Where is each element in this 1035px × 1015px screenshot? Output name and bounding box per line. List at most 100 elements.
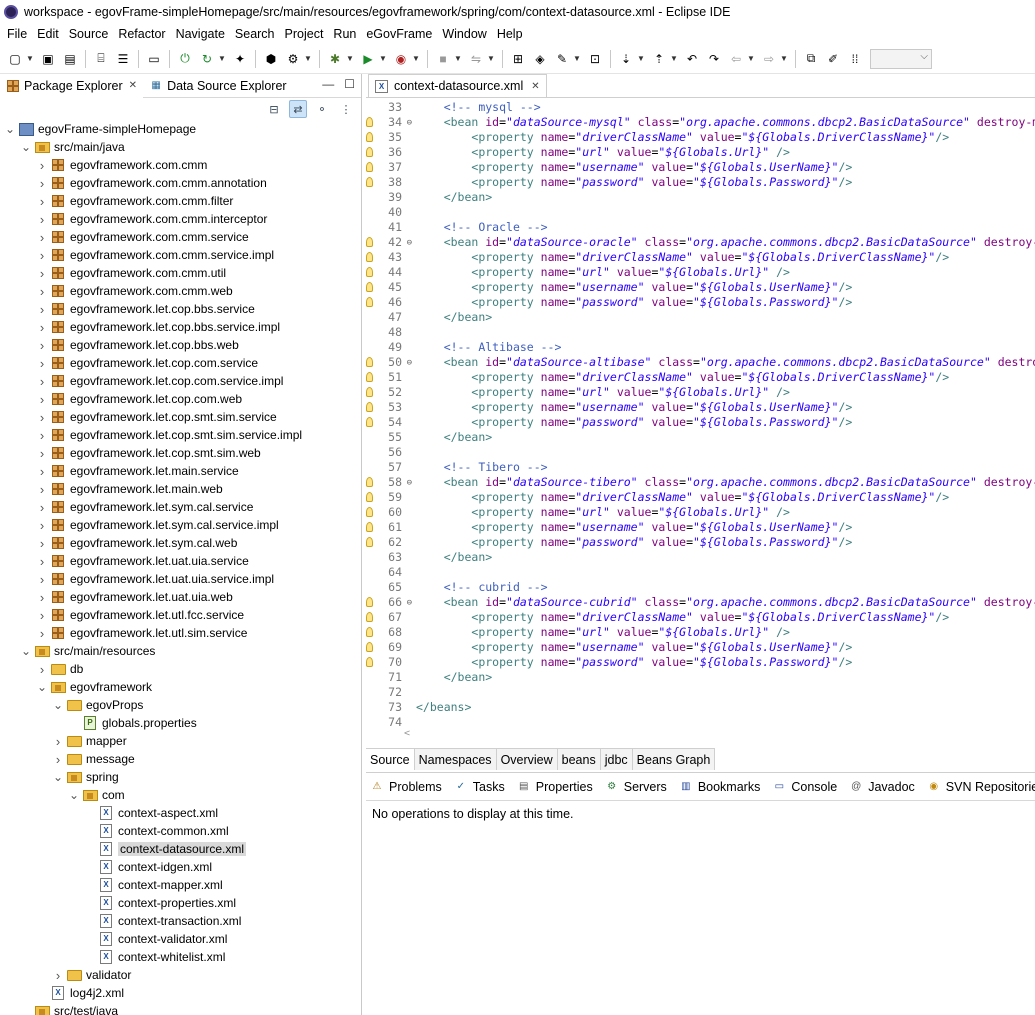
toolbar-combo[interactable] (870, 48, 932, 69)
chevron-right-icon[interactable]: › (36, 662, 48, 677)
menu-run[interactable]: Run (328, 27, 361, 41)
tab-bookmarks[interactable]: ▥ Bookmarks (679, 780, 760, 794)
chevron-down-icon[interactable]: ⌄ (52, 770, 64, 784)
menu-window[interactable]: Window (437, 27, 491, 41)
code-line[interactable]: 44 <property name="url" value="${Globals… (366, 265, 1035, 280)
run-icon[interactable]: ▶ (359, 50, 377, 68)
tree-item[interactable]: › egovframework.let.sym.cal.web (0, 534, 361, 552)
tree-item[interactable]: Xcontext-whitelist.xml (0, 948, 361, 966)
code-line[interactable]: 70 <property name="password" value="${Gl… (366, 655, 1035, 670)
tree-item[interactable]: › egovframework.let.cop.smt.sim.web (0, 444, 361, 462)
tree-item[interactable]: Xcontext-idgen.xml (0, 858, 361, 876)
chevron-down-icon[interactable]: ▼ (412, 54, 420, 63)
tab-package-explorer[interactable]: Package Explorer ✕ (0, 74, 144, 98)
save-icon[interactable]: ▣ (39, 50, 57, 68)
tree-item[interactable]: › egovframework.let.main.service (0, 462, 361, 480)
tree-item[interactable]: › message (0, 750, 361, 768)
warning-marker-icon[interactable] (366, 492, 373, 502)
warning-marker-icon[interactable] (366, 402, 373, 412)
code-line[interactable]: 55 </bean> (366, 430, 1035, 445)
tab-data-source-explorer[interactable]: ▦ Data Source Explorer (143, 74, 293, 98)
chevron-down-icon[interactable]: ⌄ (52, 698, 64, 712)
folder-open-icon[interactable]: ⊡ (586, 50, 604, 68)
tree-item[interactable]: › egovframework.let.utl.fcc.service (0, 606, 361, 624)
fold-toggle-icon[interactable]: ⊖ (407, 116, 412, 131)
forward-icon[interactable]: ⇨ (760, 50, 778, 68)
tab-namespaces[interactable]: Namespaces (414, 749, 497, 770)
code-line[interactable]: 53 <property name="username" value="${Gl… (366, 400, 1035, 415)
last-edit-icon[interactable]: ↶ (683, 50, 701, 68)
chevron-down-icon[interactable]: ▼ (379, 54, 387, 63)
code-line[interactable]: 36 <property name="url" value="${Globals… (366, 145, 1035, 160)
prev-annotation-icon[interactable]: ⇡ (650, 50, 668, 68)
code-line[interactable]: 40 (366, 205, 1035, 220)
warning-marker-icon[interactable] (366, 507, 373, 517)
pin-icon[interactable]: ↷ (705, 50, 723, 68)
tree-item[interactable]: ⌄ com (0, 786, 361, 804)
tab-javadoc[interactable]: @ Javadoc (849, 780, 915, 794)
tree-item[interactable]: Xcontext-aspect.xml (0, 804, 361, 822)
code-line[interactable]: 43 <property name="driverClassName" valu… (366, 250, 1035, 265)
warning-marker-icon[interactable] (366, 537, 373, 547)
warning-marker-icon[interactable] (366, 612, 373, 622)
code-line[interactable]: 48 (366, 325, 1035, 340)
chevron-right-icon[interactable]: › (36, 248, 48, 263)
chevron-right-icon[interactable]: › (36, 500, 48, 515)
chevron-down-icon[interactable]: ⌄ (36, 680, 48, 694)
run-external-icon[interactable]: ◉ (392, 50, 410, 68)
chevron-right-icon[interactable]: › (36, 446, 48, 461)
chevron-right-icon[interactable]: › (36, 266, 48, 281)
warning-marker-icon[interactable] (366, 252, 373, 262)
fold-toggle-icon[interactable]: ⊖ (407, 356, 412, 371)
tree-item[interactable]: › egovframework.com.cmm (0, 156, 361, 174)
chevron-right-icon[interactable]: › (36, 410, 48, 425)
code-line[interactable]: 41 <!-- Oracle --> (366, 220, 1035, 235)
code-line[interactable]: 69 <property name="username" value="${Gl… (366, 640, 1035, 655)
warning-marker-icon[interactable] (366, 282, 373, 292)
warning-marker-icon[interactable] (366, 477, 373, 487)
code-line[interactable]: 73 </beans> (366, 700, 1035, 715)
link-with-editor-icon[interactable]: ⇄ (289, 100, 307, 118)
tree-item[interactable]: ⌄ src/main/java (0, 138, 361, 156)
code-line[interactable]: 35 <property name="driverClassName" valu… (366, 130, 1035, 145)
chevron-right-icon[interactable]: › (36, 320, 48, 335)
tree-item[interactable]: › egovframework.let.utl.sim.service (0, 624, 361, 642)
chevron-down-icon[interactable]: ▼ (637, 54, 645, 63)
view-menu-icon[interactable]: ⋮ (337, 100, 355, 118)
code-line[interactable]: 61 <property name="username" value="${Gl… (366, 520, 1035, 535)
connect-icon[interactable]: ⇋ (467, 50, 485, 68)
tree-item[interactable]: › validator (0, 966, 361, 984)
tree-item[interactable]: › egovframework.com.cmm.service (0, 228, 361, 246)
code-line[interactable]: 37 <property name="username" value="${Gl… (366, 160, 1035, 175)
chevron-right-icon[interactable]: › (36, 464, 48, 479)
chevron-right-icon[interactable]: › (36, 536, 48, 551)
tree-item[interactable]: › egovframework.let.cop.com.service (0, 354, 361, 372)
chevron-right-icon[interactable]: › (36, 230, 48, 245)
warning-marker-icon[interactable] (366, 417, 373, 427)
code-line[interactable]: 63 </bean> (366, 550, 1035, 565)
tree-item[interactable]: Xcontext-datasource.xml (0, 840, 361, 858)
chevron-down-icon[interactable]: ▼ (346, 54, 354, 63)
save-all-icon[interactable]: ▤ (61, 50, 79, 68)
chevron-right-icon[interactable]: › (36, 284, 48, 299)
chevron-down-icon[interactable]: ▼ (780, 54, 788, 63)
maximize-icon[interactable]: ☐ (344, 77, 355, 91)
tree-item[interactable]: › egovframework.com.cmm.util (0, 264, 361, 282)
tree-item[interactable]: ⌄ egovProps (0, 696, 361, 714)
terminal-icon[interactable]: ▭ (145, 50, 163, 68)
code-line[interactable]: 39 </bean> (366, 190, 1035, 205)
code-line[interactable]: 62 <property name="password" value="${Gl… (366, 535, 1035, 550)
code-line[interactable]: 57 <!-- Tibero --> (366, 460, 1035, 475)
tree-item[interactable]: Xcontext-validator.xml (0, 930, 361, 948)
tree-item[interactable]: › egovframework.com.cmm.service.impl (0, 246, 361, 264)
tab-beans[interactable]: beans (557, 749, 601, 770)
tree-item[interactable]: › egovframework.let.cop.smt.sim.service.i… (0, 426, 361, 444)
highlighter-icon[interactable]: ✐ (824, 50, 842, 68)
chevron-right-icon[interactable]: › (36, 392, 48, 407)
tree-item[interactable]: Xlog4j2.xml (0, 984, 361, 1002)
chevron-down-icon[interactable]: ▼ (26, 54, 34, 63)
tab-console[interactable]: ▭ Console (772, 780, 838, 794)
gear-run-icon[interactable]: ⚙ (284, 50, 302, 68)
warning-marker-icon[interactable] (366, 267, 373, 277)
chevron-down-icon[interactable]: ▼ (747, 54, 755, 63)
